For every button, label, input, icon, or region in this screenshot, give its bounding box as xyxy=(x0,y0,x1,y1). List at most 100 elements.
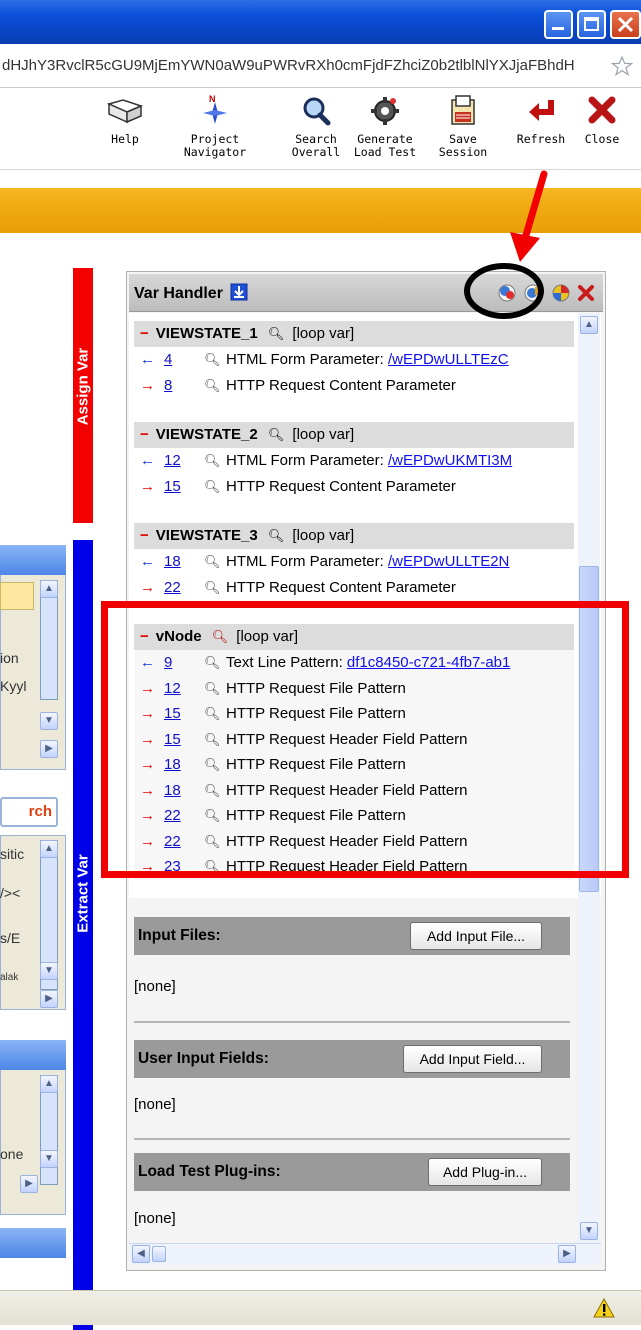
arrow-right-icon: → xyxy=(140,477,155,495)
close-panel-icon[interactable] xyxy=(577,284,595,302)
step-link[interactable]: 18 xyxy=(164,549,181,575)
close-button[interactable]: Close xyxy=(576,92,628,146)
scroll-right-arrow-icon[interactable]: ▶ xyxy=(40,740,58,758)
row-desc: HTML Form Parameter: xyxy=(226,553,388,570)
value-link[interactable]: /wEPDwULLTE2N xyxy=(388,553,509,570)
left-highlight-row xyxy=(0,582,34,610)
maximize-button[interactable] xyxy=(577,10,606,39)
help-button[interactable]: Help xyxy=(100,92,150,146)
warning-icon[interactable] xyxy=(593,1298,615,1318)
scroll-down-arrow-icon[interactable]: ▼ xyxy=(40,712,58,730)
scroll-up-arrow-icon[interactable]: ▲ xyxy=(580,316,598,334)
star-bookmark-icon[interactable] xyxy=(611,56,633,76)
magnifier-icon[interactable]: 🔍︎ xyxy=(204,575,221,601)
address-bar[interactable]: dHJhY3RvclR5cGU9MjEmYWN0aW9uPWRvRXh0cmFj… xyxy=(0,44,641,88)
add-input-field-button[interactable]: Add Input Field... xyxy=(403,1045,542,1073)
refresh-label: Refresh xyxy=(516,132,566,146)
var-row: ← 18 🔍︎ HTML Form Parameter: /wEPDwULLTE… xyxy=(134,549,574,575)
var-group-header[interactable]: − VIEWSTATE_2 🔍︎ [loop var] xyxy=(134,422,574,448)
magnifier-icon[interactable]: 🔍︎ xyxy=(204,373,221,399)
left-text-4: />< xyxy=(0,885,21,901)
value-link[interactable]: /wEPDwUKMTI3M xyxy=(388,452,512,469)
left-scrollbar-1[interactable] xyxy=(40,580,58,700)
left-text-3: sitic xyxy=(0,846,25,862)
scroll-left-arrow-icon[interactable]: ◀ xyxy=(132,1245,150,1263)
download-icon[interactable] xyxy=(230,283,248,301)
var-group-header[interactable]: − VIEWSTATE_1 🔍︎ [loop var] xyxy=(134,321,574,347)
color-var-icon[interactable] xyxy=(551,283,571,303)
step-link[interactable]: 8 xyxy=(164,373,172,399)
save-session-label-1: Save xyxy=(449,132,477,146)
add-plugin-button[interactable]: Add Plug-in... xyxy=(428,1158,542,1186)
step-link[interactable]: 15 xyxy=(164,474,181,500)
book-icon xyxy=(106,99,144,124)
panel-scrollbar-lower[interactable] xyxy=(578,898,600,1243)
scroll-down-arrow-icon[interactable]: ▼ xyxy=(580,1222,598,1240)
step-link[interactable]: 22 xyxy=(164,575,181,601)
var-group-header[interactable]: − VIEWSTATE_3 🔍︎ [loop var] xyxy=(134,523,574,549)
magnifier-icon[interactable]: 🔍︎ xyxy=(204,549,221,575)
collapse-minus-icon[interactable]: − xyxy=(140,527,149,544)
minimize-button[interactable] xyxy=(544,10,573,39)
scroll-right-arrow-icon[interactable]: ▶ xyxy=(558,1245,576,1263)
horizontal-scrollbar[interactable] xyxy=(129,1243,601,1265)
generate-load-test-button[interactable]: Generate Load Test xyxy=(350,92,420,159)
annotation-arrow-icon xyxy=(510,170,548,262)
window-close-button[interactable] xyxy=(610,10,641,39)
assign-var-tab[interactable]: Assign Var xyxy=(73,268,93,523)
collapse-minus-icon[interactable]: − xyxy=(140,325,149,342)
arrow-right-icon: → xyxy=(140,376,155,394)
var-name: VIEWSTATE_1 xyxy=(155,325,258,342)
magnifier-icon[interactable]: 🔍︎ xyxy=(204,347,221,373)
scroll-down-arrow-icon[interactable]: ▼ xyxy=(40,962,58,980)
magnifier-icon[interactable]: 🔍︎ xyxy=(204,474,221,500)
extract-var-tab[interactable]: Extract Var xyxy=(73,540,93,1330)
add-input-file-button[interactable]: Add Input File... xyxy=(410,922,542,950)
magnifier-icon[interactable]: 🔍︎ xyxy=(268,326,285,341)
magnifier-icon[interactable]: 🔍︎ xyxy=(268,528,285,543)
scroll-down-arrow-icon[interactable]: ▼ xyxy=(40,1150,58,1168)
row-desc: HTML Form Parameter: xyxy=(226,351,388,368)
save-session-button[interactable]: Save Session xyxy=(432,92,494,159)
step-link[interactable]: 12 xyxy=(164,448,181,474)
magnifier-icon[interactable]: 🔍︎ xyxy=(268,427,285,442)
scroll-up-arrow-icon[interactable]: ▲ xyxy=(40,580,58,598)
magnifier-icon xyxy=(303,97,331,126)
value-link[interactable]: /wEPDwULLTEzC xyxy=(388,351,509,368)
app-toolbar: Help N Project Navigator Search Overall … xyxy=(0,88,641,170)
address-url-text: dHJhY3RvclR5cGU9MjEmYWN0aW9uPWRvRXh0cmFj… xyxy=(2,57,575,74)
refresh-arrow-icon xyxy=(529,100,554,121)
extract-var-label: Extract Var xyxy=(74,854,92,933)
collapse-minus-icon[interactable]: − xyxy=(140,426,149,443)
scroll-right-arrow-icon[interactable]: ▶ xyxy=(40,990,58,1008)
window-titlebar xyxy=(0,0,641,44)
save-session-label-2: Session xyxy=(438,145,488,159)
var-row: ← 12 🔍︎ HTML Form Parameter: /wEPDwUKMTI… xyxy=(134,448,574,474)
left-text-2: Kyyl xyxy=(0,678,27,694)
row-desc: HTML Form Parameter: xyxy=(226,452,388,469)
input-files-value: [none] xyxy=(134,978,176,995)
var-tag: [loop var] xyxy=(292,426,355,443)
var-row: ← 4 🔍︎ HTML Form Parameter: /wEPDwULLTEz… xyxy=(134,347,574,373)
close-label: Close xyxy=(584,132,620,146)
left-search-button[interactable]: rch xyxy=(0,797,58,827)
magnifier-icon[interactable]: 🔍︎ xyxy=(204,448,221,474)
search-overall-button[interactable]: Search Overall xyxy=(288,92,344,159)
var-handler-title: Var Handler xyxy=(134,283,248,303)
scroll-right-arrow-icon[interactable]: ▶ xyxy=(20,1175,38,1193)
step-link[interactable]: 4 xyxy=(164,347,172,373)
arrow-left-icon: ← xyxy=(140,553,155,570)
annotation-highlight-box xyxy=(101,601,629,878)
scroll-up-arrow-icon[interactable]: ▲ xyxy=(40,1075,58,1093)
section-divider xyxy=(134,1138,570,1140)
var-row: → 22 🔍︎ HTTP Request Content Parameter xyxy=(134,575,574,601)
project-navigator-button[interactable]: N Project Navigator xyxy=(170,92,260,159)
var-row: → 8 🔍︎ HTTP Request Content Parameter xyxy=(134,373,574,399)
refresh-button[interactable]: Refresh xyxy=(510,92,572,146)
close-x-icon xyxy=(588,96,616,124)
var-tag: [loop var] xyxy=(292,527,355,544)
scroll-up-arrow-icon[interactable]: ▲ xyxy=(40,840,58,858)
hscroll-thumb[interactable] xyxy=(152,1246,166,1262)
left-text-7: one xyxy=(0,1146,24,1162)
left-text-5: s/E xyxy=(0,930,21,946)
